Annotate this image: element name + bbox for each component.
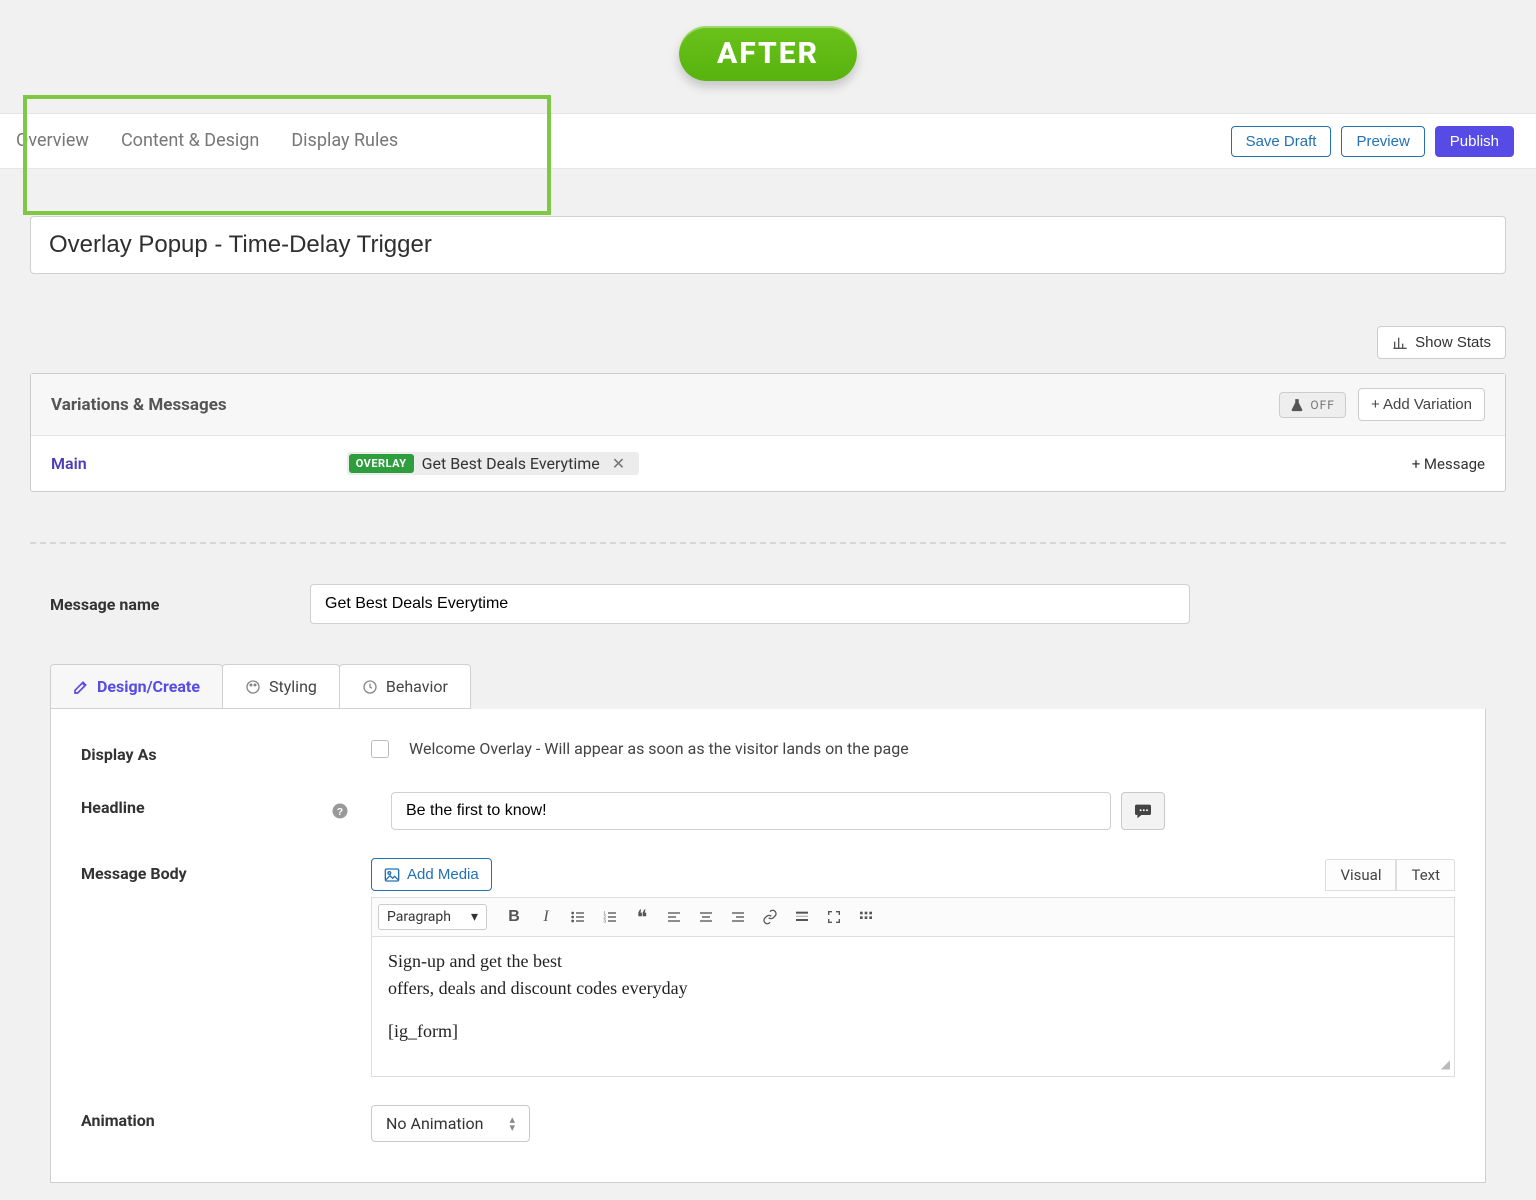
editor-toolbar: Paragraph ▾ B I 123 ❝ bbox=[371, 897, 1455, 937]
editor-body[interactable]: Sign-up and get the best offers, deals a… bbox=[371, 937, 1455, 1077]
add-message-button[interactable]: + Message bbox=[1412, 455, 1485, 473]
tab-design-label: Design/Create bbox=[97, 677, 200, 696]
add-media-label: Add Media bbox=[407, 866, 479, 883]
palette-icon bbox=[245, 679, 261, 695]
show-stats-label: Show Stats bbox=[1415, 334, 1491, 351]
animation-label: Animation bbox=[81, 1105, 371, 1130]
ul-button[interactable] bbox=[563, 902, 593, 932]
editor-tab-text[interactable]: Text bbox=[1396, 859, 1455, 891]
welcome-overlay-checkbox[interactable] bbox=[371, 740, 389, 758]
add-variation-label: Add Variation bbox=[1383, 396, 1472, 413]
campaign-title-input[interactable] bbox=[30, 216, 1506, 274]
preview-button[interactable]: Preview bbox=[1341, 126, 1424, 157]
message-chip[interactable]: OVERLAY Get Best Deals Everytime ✕ bbox=[347, 452, 639, 475]
tab-overview[interactable]: Overview bbox=[0, 113, 105, 169]
emoji-button[interactable] bbox=[1121, 792, 1165, 830]
align-center-button[interactable] bbox=[691, 902, 721, 932]
off-label: OFF bbox=[1310, 398, 1335, 412]
remove-message-icon[interactable]: ✕ bbox=[608, 454, 629, 473]
animation-select[interactable]: No Animation ▴▾ bbox=[371, 1105, 530, 1142]
svg-text:3: 3 bbox=[603, 918, 606, 923]
chat-icon bbox=[1133, 803, 1153, 819]
overlay-tag: OVERLAY bbox=[349, 454, 414, 473]
editor-tabs: Design/Create Styling Behavior bbox=[50, 664, 1486, 709]
bar-chart-icon bbox=[1392, 335, 1408, 351]
tab-content-design[interactable]: Content & Design bbox=[105, 113, 275, 169]
select-arrows-icon: ▴▾ bbox=[510, 1116, 516, 1132]
caret-down-icon: ▾ bbox=[471, 909, 478, 925]
animation-value: No Animation bbox=[386, 1114, 484, 1133]
resize-handle-icon[interactable]: ◢ bbox=[1441, 1057, 1450, 1072]
publish-button[interactable]: Publish bbox=[1435, 126, 1514, 157]
body-line-2: offers, deals and discount codes everyda… bbox=[388, 978, 1438, 999]
more-button[interactable] bbox=[787, 902, 817, 932]
fullscreen-button[interactable] bbox=[819, 902, 849, 932]
main-tabs: Overview Content & Design Display Rules bbox=[0, 114, 414, 168]
flask-icon bbox=[1290, 398, 1304, 412]
svg-text:?: ? bbox=[337, 806, 343, 818]
align-right-button[interactable] bbox=[723, 902, 753, 932]
display-as-label: Display As bbox=[81, 739, 371, 764]
paragraph-dropdown[interactable]: Paragraph ▾ bbox=[378, 904, 487, 930]
add-variation-button[interactable]: + Add Variation bbox=[1358, 388, 1485, 421]
italic-button[interactable]: I bbox=[531, 902, 561, 932]
bold-button[interactable]: B bbox=[499, 902, 529, 932]
body-line-3: [ig_form] bbox=[388, 1021, 1438, 1042]
pencil-square-icon bbox=[73, 679, 89, 695]
quote-button[interactable]: ❝ bbox=[627, 902, 657, 932]
save-draft-button[interactable]: Save Draft bbox=[1231, 126, 1332, 157]
add-message-label: Message bbox=[1424, 455, 1485, 473]
after-badge: AFTER bbox=[679, 26, 857, 81]
tab-styling[interactable]: Styling bbox=[222, 664, 340, 709]
design-panel: Display As Welcome Overlay - Will appear… bbox=[50, 709, 1486, 1183]
link-button[interactable] bbox=[755, 902, 785, 932]
tab-styling-label: Styling bbox=[269, 677, 317, 696]
message-name-input[interactable] bbox=[310, 584, 1190, 624]
welcome-overlay-text: Welcome Overlay - Will appear as soon as… bbox=[409, 739, 909, 758]
ol-button[interactable]: 123 bbox=[595, 902, 625, 932]
plus-icon: + bbox=[1412, 455, 1424, 473]
help-icon[interactable]: ? bbox=[331, 802, 349, 820]
paragraph-label: Paragraph bbox=[387, 909, 451, 925]
chip-text: Get Best Deals Everytime bbox=[422, 454, 600, 473]
media-icon bbox=[384, 867, 400, 883]
headline-input[interactable] bbox=[391, 792, 1111, 830]
ab-test-toggle[interactable]: OFF bbox=[1279, 392, 1346, 418]
variations-heading: Variations & Messages bbox=[51, 395, 227, 415]
divider bbox=[30, 542, 1506, 544]
variation-main-link[interactable]: Main bbox=[51, 454, 87, 473]
plus-icon: + bbox=[1371, 396, 1383, 413]
tab-display-rules[interactable]: Display Rules bbox=[275, 113, 414, 169]
add-media-button[interactable]: Add Media bbox=[371, 858, 492, 891]
clock-icon bbox=[362, 679, 378, 695]
tab-behavior[interactable]: Behavior bbox=[339, 664, 471, 709]
editor-tab-visual[interactable]: Visual bbox=[1325, 859, 1396, 891]
show-stats-button[interactable]: Show Stats bbox=[1377, 326, 1506, 359]
headline-label: Headline bbox=[81, 792, 371, 817]
variations-panel: Variations & Messages OFF + Add Variatio… bbox=[30, 373, 1506, 492]
tab-design-create[interactable]: Design/Create bbox=[50, 664, 223, 709]
topbar: Overview Content & Design Display Rules … bbox=[0, 113, 1536, 169]
toolbar-toggle-button[interactable] bbox=[851, 902, 881, 932]
tab-behavior-label: Behavior bbox=[386, 677, 448, 696]
align-left-button[interactable] bbox=[659, 902, 689, 932]
message-name-label: Message name bbox=[50, 595, 310, 614]
body-line-1: Sign-up and get the best bbox=[388, 951, 1438, 972]
message-body-label: Message Body bbox=[81, 858, 371, 883]
top-actions: Save Draft Preview Publish bbox=[1231, 126, 1514, 157]
